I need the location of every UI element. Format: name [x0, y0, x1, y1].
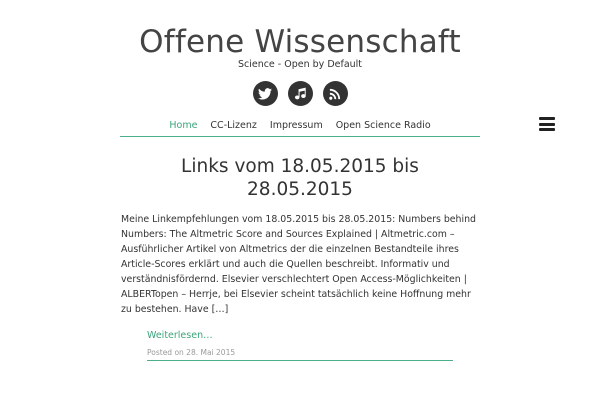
- nav-item-impressum[interactable]: Impressum: [270, 118, 323, 136]
- page: Offene Wissenschaft Science - Open by De…: [0, 0, 600, 400]
- menu-bar: [539, 122, 555, 126]
- post-excerpt: Meine Linkempfehlungen vom 18.05.2015 bi…: [121, 214, 476, 315]
- nav-item-cc-lizenz[interactable]: CC-Lizenz: [210, 118, 256, 136]
- rss-link[interactable]: [322, 81, 348, 106]
- post-title-line-2: 28.05.2015: [247, 179, 353, 200]
- post-meta: Posted on 28. Mai 2015: [147, 347, 453, 361]
- rss-icon: [329, 88, 341, 100]
- music-link[interactable]: [287, 81, 313, 106]
- music-icon: [294, 87, 306, 100]
- site-title[interactable]: Offene Wissenschaft: [0, 22, 600, 62]
- menu-bar: [539, 117, 555, 120]
- read-more-link[interactable]: Weiterlesen…: [147, 330, 213, 341]
- nav-item-open-science-radio[interactable]: Open Science Radio: [336, 118, 431, 136]
- post-title[interactable]: Links vom 18.05.2015 bis 28.05.2015: [120, 155, 480, 201]
- social-links: [0, 81, 600, 106]
- post-title-line-1: Links vom 18.05.2015 bis: [181, 156, 419, 177]
- main-navigation: Home CC-Lizenz Impressum Open Science Ra…: [120, 118, 480, 137]
- hamburger-menu-icon[interactable]: [539, 117, 555, 131]
- twitter-link[interactable]: [252, 81, 278, 106]
- nav-item-home[interactable]: Home: [169, 118, 197, 136]
- site-tagline: Science - Open by Default: [237, 59, 363, 70]
- menu-bar: [539, 128, 555, 131]
- twitter-icon: [258, 87, 272, 100]
